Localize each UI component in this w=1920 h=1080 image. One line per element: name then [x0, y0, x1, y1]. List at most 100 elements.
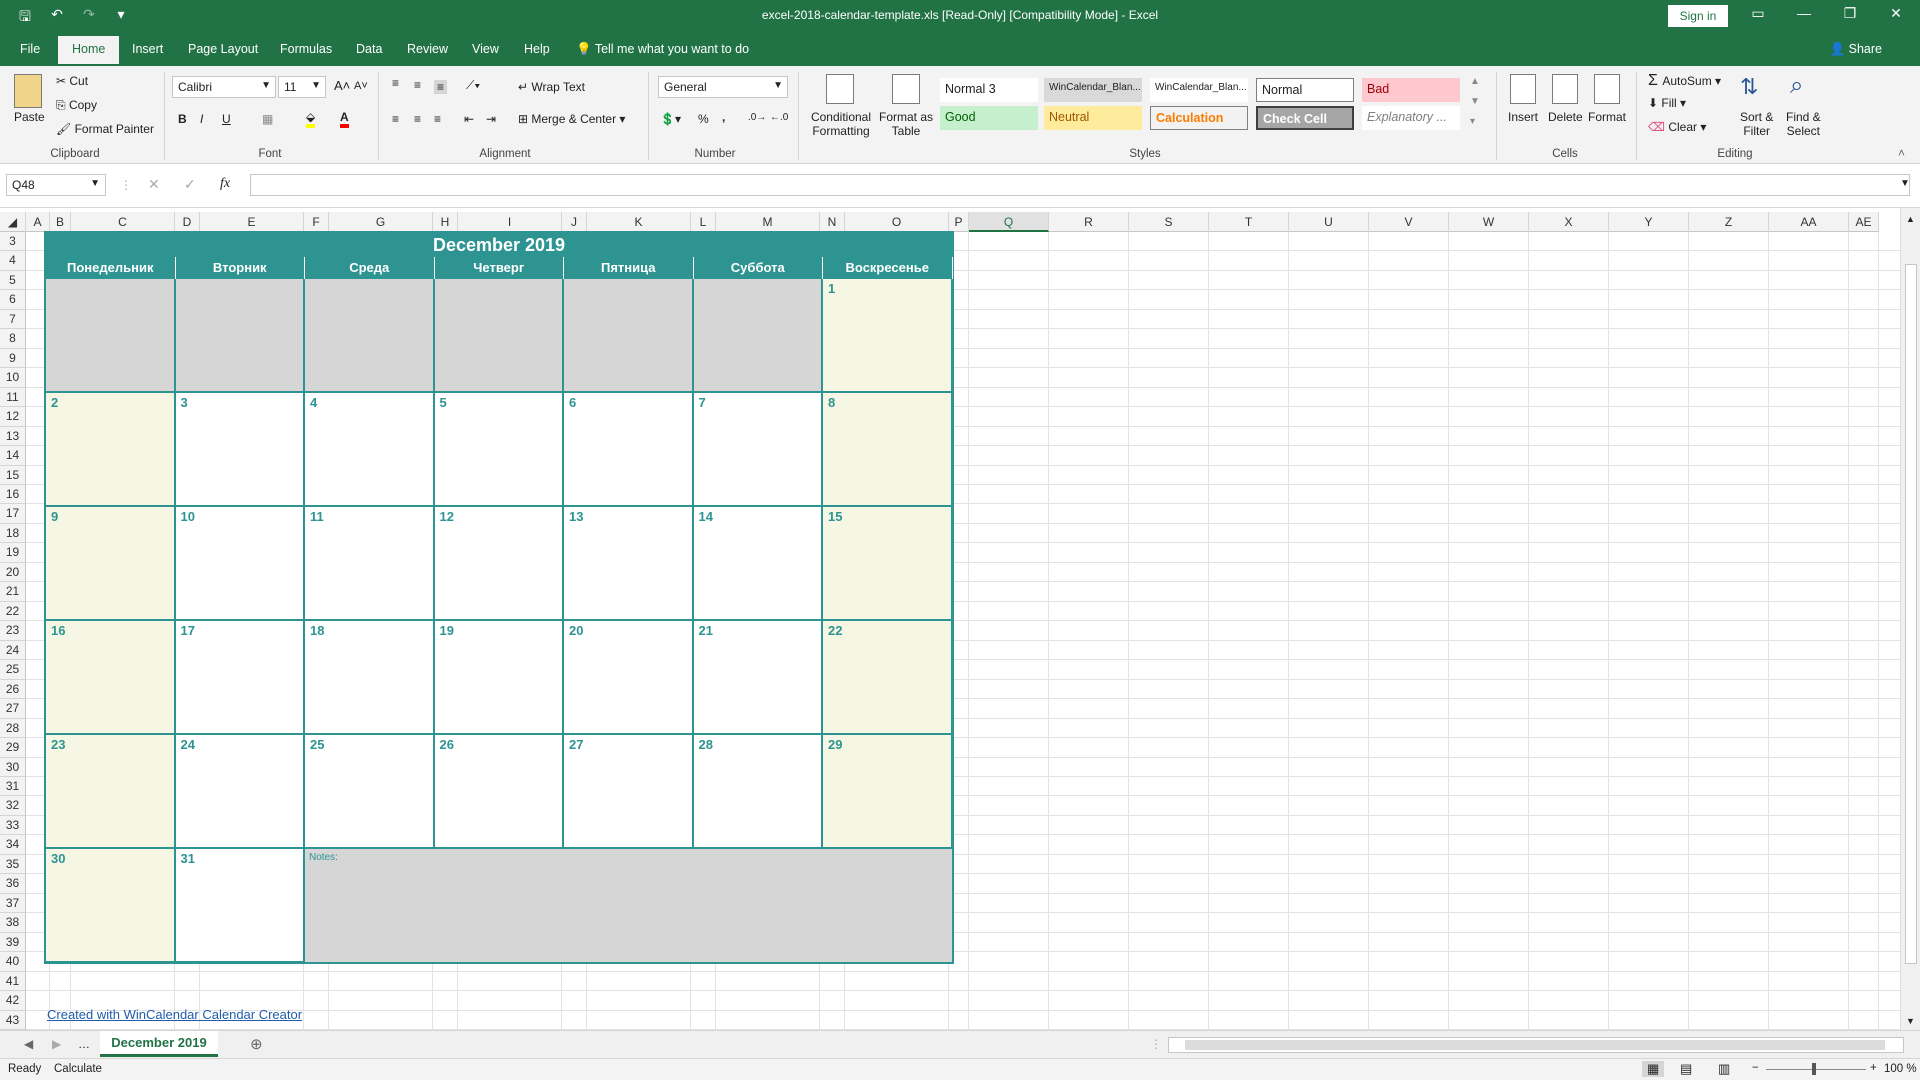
calendar-day-cell[interactable]: 10: [175, 507, 305, 621]
row-header-42[interactable]: 42: [0, 991, 26, 1011]
column-header-j[interactable]: J: [562, 212, 587, 232]
column-header-b[interactable]: B: [50, 212, 71, 232]
format-cells-button[interactable]: Format: [1588, 110, 1626, 124]
row-header-43[interactable]: 43: [0, 1010, 26, 1030]
collapse-ribbon-icon[interactable]: ˄: [1898, 146, 1905, 160]
zoom-level[interactable]: 100 %: [1884, 1063, 1917, 1075]
tab-home[interactable]: Home: [58, 36, 120, 64]
scroll-up-icon[interactable]: ▲: [1906, 214, 1915, 224]
expand-formula-icon[interactable]: ▼: [1900, 178, 1910, 189]
calendar-day-cell[interactable]: 19: [434, 621, 564, 735]
sort-filter-button[interactable]: Sort & Filter: [1740, 110, 1773, 138]
sheet-tab-december[interactable]: December 2019: [100, 1031, 218, 1057]
delete-cells-icon[interactable]: [1552, 74, 1578, 104]
row-header-8[interactable]: 8: [0, 329, 26, 349]
column-header-c[interactable]: C: [71, 212, 175, 232]
sort-filter-icon[interactable]: ⇅: [1740, 74, 1758, 100]
calendar-day-cell[interactable]: 1: [823, 279, 953, 393]
underline-button[interactable]: U: [222, 112, 231, 126]
cell-style-5[interactable]: Good: [940, 106, 1038, 130]
row-header-9[interactable]: 9: [0, 348, 26, 369]
row-header-12[interactable]: 12: [0, 407, 26, 427]
column-header-ae[interactable]: AE: [1849, 212, 1879, 232]
shrink-font-icon[interactable]: A˅: [354, 80, 368, 92]
format-cells-icon[interactable]: [1594, 74, 1620, 104]
increase-decimal-icon[interactable]: .0→: [748, 112, 766, 123]
comma-button[interactable]: ,: [722, 110, 725, 124]
restore-icon[interactable]: ❐: [1830, 5, 1870, 22]
copy-button[interactable]: ⎘ Copy: [56, 98, 97, 113]
row-header-32[interactable]: 32: [0, 796, 26, 816]
calendar-day-cell[interactable]: 26: [434, 735, 564, 849]
row-header-10[interactable]: 10: [0, 368, 26, 388]
calendar-day-cell[interactable]: 16: [46, 621, 176, 735]
calendar-day-cell[interactable]: 27: [564, 735, 694, 849]
gallery-scroll-down-icon[interactable]: ▼: [1470, 96, 1480, 107]
splitter-icon[interactable]: ⋮: [1150, 1037, 1162, 1051]
column-header-x[interactable]: X: [1529, 212, 1609, 232]
next-sheet-icon[interactable]: ▶: [52, 1037, 61, 1051]
calendar-day-cell[interactable]: [305, 279, 435, 393]
calendar-day-cell[interactable]: 17: [175, 621, 305, 735]
calendar-day-cell[interactable]: 13: [564, 507, 694, 621]
gallery-scroll-up-icon[interactable]: ▲: [1470, 76, 1480, 87]
column-header-h[interactable]: H: [433, 212, 458, 232]
font-name-select[interactable]: Calibri ▼: [172, 76, 276, 98]
horizontal-scrollbar[interactable]: [1168, 1037, 1904, 1053]
row-header-4[interactable]: 4: [0, 251, 26, 271]
column-header-d[interactable]: D: [175, 212, 200, 232]
row-header-36[interactable]: 36: [0, 874, 26, 894]
column-header-f[interactable]: F: [304, 212, 329, 232]
cell-style-3[interactable]: Normal: [1256, 78, 1354, 102]
column-header-r[interactable]: R: [1049, 212, 1129, 232]
tab-insert[interactable]: Insert: [132, 42, 163, 56]
format-as-table-button[interactable]: Format as Table: [878, 110, 934, 138]
share-button[interactable]: 👤 Share: [1830, 42, 1882, 57]
calendar-day-cell[interactable]: 24: [175, 735, 305, 849]
calendar-day-cell[interactable]: [693, 279, 823, 393]
select-all-corner[interactable]: ◢: [0, 212, 26, 232]
calendar-day-cell[interactable]: [46, 279, 176, 393]
calendar-day-cell[interactable]: 22: [823, 621, 953, 735]
gallery-more-icon[interactable]: ▾: [1470, 116, 1475, 127]
align-right-icon[interactable]: ≡: [434, 112, 441, 126]
ribbon-display-icon[interactable]: ▭: [1738, 5, 1778, 22]
scroll-down-icon[interactable]: ▼: [1906, 1016, 1915, 1026]
cut-button[interactable]: ✂ Cut: [56, 74, 88, 88]
grow-font-icon[interactable]: A˄: [334, 78, 350, 93]
cell-style-0[interactable]: Normal 3: [940, 78, 1038, 102]
row-header-30[interactable]: 30: [0, 757, 26, 777]
page-layout-view-icon[interactable]: ▤: [1680, 1061, 1692, 1077]
column-header-v[interactable]: V: [1369, 212, 1449, 232]
minimize-icon[interactable]: —: [1784, 5, 1824, 21]
zoom-in-icon[interactable]: +: [1870, 1062, 1877, 1074]
column-header-u[interactable]: U: [1289, 212, 1369, 232]
insert-function-button[interactable]: fx: [220, 176, 230, 192]
tab-review[interactable]: Review: [407, 42, 448, 56]
row-header-28[interactable]: 28: [0, 718, 26, 739]
normal-view-icon[interactable]: ▦: [1642, 1061, 1665, 1077]
row-header-27[interactable]: 27: [0, 699, 26, 719]
cell-style-4[interactable]: Bad: [1362, 78, 1460, 102]
wincalendar-link[interactable]: Created with WinCalendar Calendar Creato…: [47, 1007, 302, 1022]
tab-data[interactable]: Data: [356, 42, 382, 56]
clear-button[interactable]: ⌫ Clear ▾: [1648, 120, 1706, 134]
paste-icon[interactable]: [14, 74, 42, 108]
calendar-day-cell[interactable]: 31: [175, 849, 305, 963]
calendar-day-cell[interactable]: 14: [693, 507, 823, 621]
zoom-out-icon[interactable]: −: [1752, 1062, 1759, 1074]
column-header-t[interactable]: T: [1209, 212, 1289, 232]
row-header-5[interactable]: 5: [0, 270, 26, 291]
calendar-day-cell[interactable]: 29: [823, 735, 953, 849]
row-header-31[interactable]: 31: [0, 776, 26, 797]
vertical-scroll-thumb[interactable]: [1905, 264, 1917, 964]
borders-icon[interactable]: ▦: [262, 112, 273, 126]
tab-view[interactable]: View: [472, 42, 499, 56]
find-select-button[interactable]: Find & Select: [1786, 110, 1821, 138]
row-header-40[interactable]: 40: [0, 952, 26, 972]
merge-center-button[interactable]: ⊞ Merge & Center ▾: [518, 112, 625, 126]
row-header-15[interactable]: 15: [0, 465, 26, 485]
column-header-p[interactable]: P: [949, 212, 969, 232]
close-icon[interactable]: ✕: [1876, 5, 1916, 22]
zoom-slider-thumb[interactable]: [1812, 1063, 1816, 1075]
